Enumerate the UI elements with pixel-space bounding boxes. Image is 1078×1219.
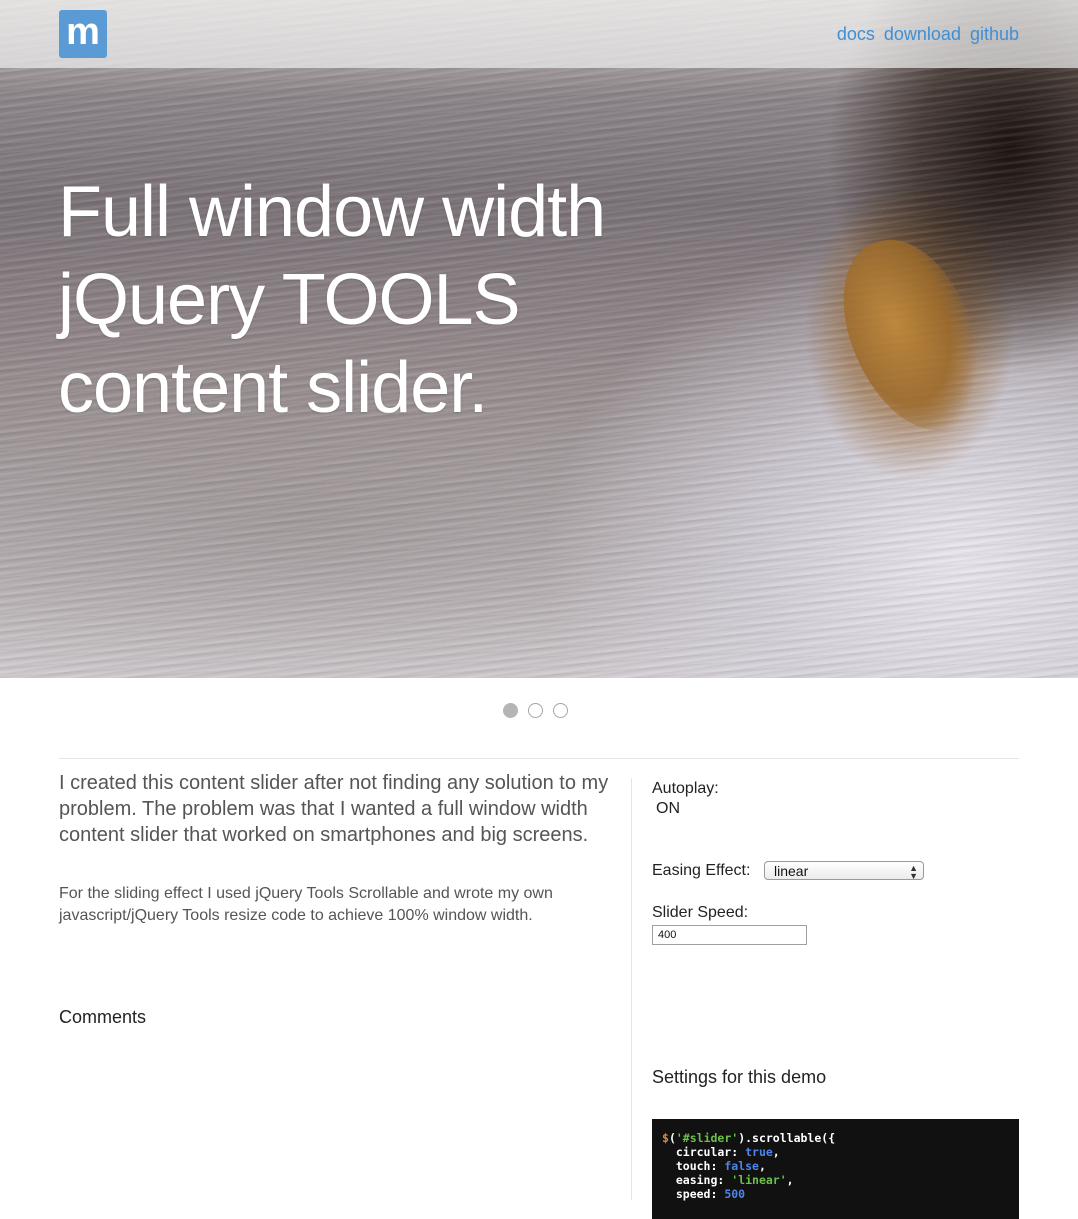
top-navigation-bar: m docs download github [0,0,1078,68]
nav-links: docs download github [837,24,1019,45]
autoplay-toggle[interactable]: ON [656,800,680,818]
column-divider [631,778,632,1200]
nav-link-docs[interactable]: docs [837,24,875,45]
hero-title-line: Full window width [58,172,606,252]
code-line: circular: true, [662,1145,780,1159]
demo-settings-heading: Settings for this demo [652,1067,827,1087]
nav-link-github[interactable]: github [970,24,1019,45]
code-line: speed: 500 [662,1187,746,1201]
slider-dot-2[interactable] [528,703,543,718]
hero-title-line: jQuery TOOLS [58,260,521,340]
speed-input[interactable] [652,925,807,945]
code-call: ).scrollable({ [738,1131,836,1145]
speed-label: Slider Speed: [652,904,749,921]
nav-link-download[interactable]: download [884,24,961,45]
detail-paragraph: For the sliding effect I used jQuery Too… [59,885,553,924]
slider-pagination [503,703,568,718]
select-arrows-icon: ▲ ▼ [909,863,918,881]
code-dollar: $ [662,1131,669,1145]
easing-select-value: linear [774,863,809,879]
code-line: touch: false, [662,1159,766,1173]
easing-select[interactable]: linear ▲ ▼ [764,861,924,881]
hero-title: Full window width jQuery TOOLS content s… [58,168,658,432]
code-line: easing: 'linear', [662,1173,794,1187]
intro-paragraph: I created this content slider after not … [59,772,609,846]
code-paren: ( [668,1131,676,1145]
autoplay-label: Autoplay: [652,780,719,797]
slider-dot-1[interactable] [503,703,518,718]
hero-title-line: content slider. [58,348,488,428]
site-logo[interactable]: m [59,10,107,58]
hero-slide: Full window width jQuery TOOLS content s… [0,0,1078,678]
section-divider [59,758,1019,759]
easing-label: Easing Effect: [652,862,751,879]
code-selector: '#slider' [675,1131,739,1145]
code-snippet: $('#slider').scrollable({ circular: true… [652,1119,1019,1219]
comments-heading: Comments [59,1007,147,1027]
slider-dot-3[interactable] [553,703,568,718]
